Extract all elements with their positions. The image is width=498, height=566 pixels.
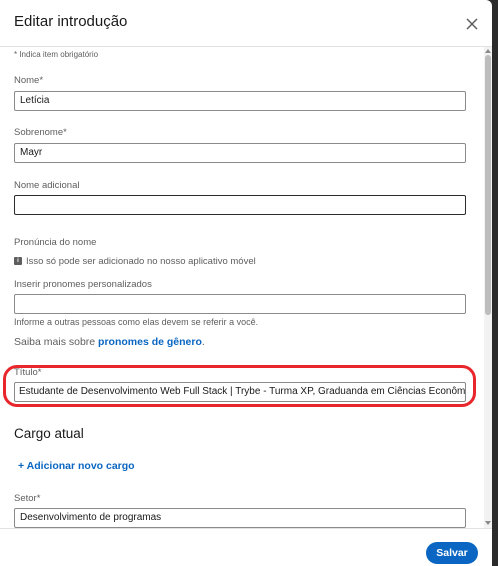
saiba-mais-text: Saiba mais sobre pronomes de gênero. bbox=[14, 336, 205, 348]
scrollbar-thumb[interactable] bbox=[485, 55, 491, 315]
pronuncia-info-text: Isso só pode ser adicionado no nosso apl… bbox=[26, 256, 256, 267]
saiba-suffix: . bbox=[201, 336, 205, 348]
nome-adicional-label: Nome adicional bbox=[14, 180, 80, 191]
save-button[interactable]: Salvar bbox=[426, 542, 478, 564]
nome-input[interactable]: Letícia bbox=[14, 91, 466, 111]
required-note: * Indica item obrigatório bbox=[14, 50, 99, 59]
scroll-down-icon[interactable] bbox=[485, 521, 491, 525]
setor-input[interactable]: Desenvolvimento de programas bbox=[14, 508, 466, 528]
dialog-body[interactable]: * Indica item obrigatório Nome* Letícia … bbox=[0, 47, 484, 528]
pronomes-input[interactable] bbox=[14, 294, 466, 314]
cargo-section-title: Cargo atual bbox=[14, 426, 84, 441]
pronomes-label: Inserir pronomes personalizados bbox=[14, 279, 152, 290]
close-icon[interactable] bbox=[462, 14, 482, 34]
titulo-label: Título* bbox=[14, 367, 42, 378]
pronuncia-label: Pronúncia do nome bbox=[14, 237, 97, 248]
info-icon: i bbox=[14, 257, 22, 266]
sobrenome-label: Sobrenome* bbox=[14, 127, 67, 138]
dialog-title: Editar introdução bbox=[14, 13, 128, 30]
dialog-header: Editar introdução bbox=[0, 0, 492, 47]
pronomes-helper: Informe a outras pessoas como elas devem… bbox=[14, 317, 259, 327]
nome-adicional-input[interactable] bbox=[14, 195, 466, 215]
nome-label: Nome* bbox=[14, 75, 44, 86]
pronomes-link[interactable]: pronomes de gênero bbox=[98, 336, 202, 348]
sobrenome-input[interactable]: Mayr bbox=[14, 143, 466, 163]
saiba-prefix: Saiba mais sobre bbox=[14, 336, 99, 348]
pronuncia-info: i Isso só pode ser adicionado no nosso ap… bbox=[14, 256, 256, 267]
titulo-input[interactable]: Estudante de Desenvolvimento Web Full St… bbox=[14, 382, 466, 402]
scroll-up-icon[interactable] bbox=[485, 49, 491, 53]
setor-label: Setor* bbox=[14, 493, 41, 504]
edit-intro-dialog: Editar introdução * Indica item obrigató… bbox=[0, 0, 492, 566]
dialog-footer: Salvar bbox=[0, 528, 492, 566]
add-cargo-button[interactable]: + Adicionar novo cargo bbox=[18, 460, 135, 472]
